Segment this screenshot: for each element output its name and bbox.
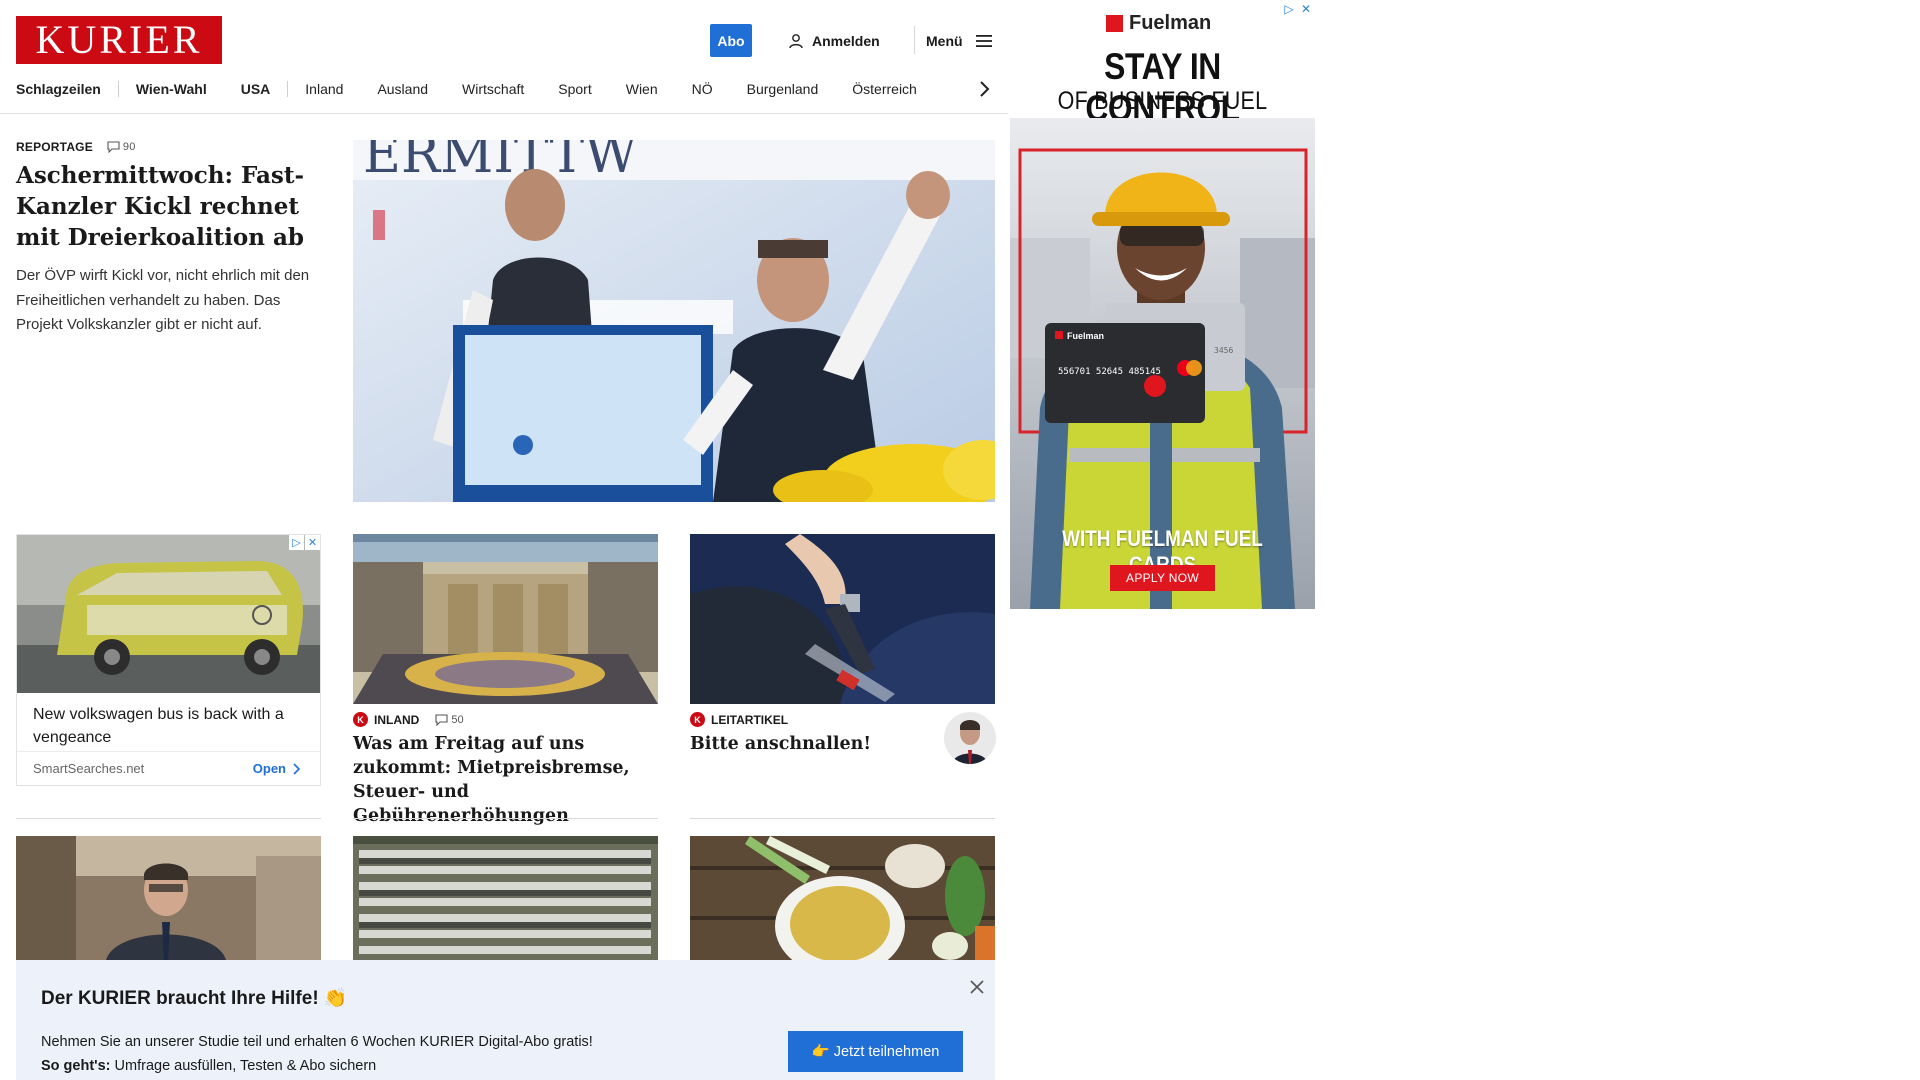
nav-item-wirtschaft[interactable]: Wirtschaft xyxy=(445,81,541,97)
survey-how-text: Umfrage ausfüllen, Testen & Abo sichern xyxy=(110,1058,377,1074)
lead-teaser: Der ÖVP wirft Kickl vor, nicht ehrlich m… xyxy=(16,267,310,333)
fuelman-display-ad[interactable]: Fuelman ▷ ✕ STAY IN CONTROL OF BUSINESS … xyxy=(1010,0,1315,609)
nav-item-oesterreich[interactable]: Österreich xyxy=(835,81,934,97)
nav-item-noe[interactable]: NÖ xyxy=(675,81,730,97)
sponsored-source: SmartSearches.net xyxy=(33,761,145,776)
leitartikel-headline[interactable]: Bitte anschnallen! xyxy=(690,732,920,756)
card-divider xyxy=(16,818,321,819)
hamburger-icon xyxy=(975,35,992,47)
ad-choices[interactable]: ▷ ✕ xyxy=(1282,2,1313,16)
card-divider xyxy=(690,818,995,819)
survey-banner: Der KURIER braucht Ihre Hilfe! 👏 Nehmen … xyxy=(16,960,995,1080)
open-label: Open xyxy=(252,761,286,776)
join-survey-button[interactable]: 👉 Jetzt teilnehmen xyxy=(788,1031,963,1072)
lead-kicker: REPORTAGE 90 xyxy=(16,140,136,154)
ad-close-icon[interactable]: ✕ xyxy=(1299,2,1313,16)
login-label: Anmelden xyxy=(812,33,880,49)
menu-button[interactable]: Menü xyxy=(926,30,993,52)
nav-item-usa[interactable]: USA xyxy=(224,81,288,97)
leitartikel-kicker: K LEITARTIKEL xyxy=(690,712,788,727)
fuelman-logo: Fuelman xyxy=(1106,12,1211,35)
lead-photo[interactable]: ERMITTW xyxy=(353,140,995,502)
kurier-badge-icon: K xyxy=(690,712,705,727)
ad-choices[interactable]: ▷ ✕ xyxy=(289,535,320,550)
comment-icon xyxy=(107,141,120,153)
comment-icon xyxy=(435,713,448,726)
kurier-logo[interactable]: KURIER xyxy=(16,16,222,64)
author-avatar[interactable] xyxy=(944,712,996,764)
sponsored-card-title[interactable]: New volkswagen bus is back with a vengea… xyxy=(17,693,320,749)
nav-item-inland[interactable]: Inland xyxy=(288,81,360,97)
ad-info-icon[interactable]: ▷ xyxy=(1282,2,1296,16)
fuel-card-last: 3456 xyxy=(1214,346,1233,355)
svg-text:ERMITTW: ERMITTW xyxy=(363,140,638,185)
main-nav: Schlagzeilen Wien-Wahl USA Inland Auslan… xyxy=(16,76,996,102)
lead-comments-value: 90 xyxy=(122,141,136,153)
ad-info-icon[interactable]: ▷ xyxy=(289,535,304,550)
survey-description: Nehmen Sie an unserer Studie teil und er… xyxy=(41,1030,593,1078)
inland-kicker: K INLAND 50 xyxy=(353,712,464,727)
inland-comment-count[interactable]: 50 xyxy=(435,713,464,726)
leitartikel-image[interactable] xyxy=(690,534,995,704)
header-divider-line xyxy=(0,113,1008,114)
nav-item-sport[interactable]: Sport xyxy=(541,81,608,97)
card-divider xyxy=(353,818,658,819)
lead-headline[interactable]: Aschermittwoch: Fast-Kanzler Kickl rechn… xyxy=(16,160,321,253)
apply-now-button[interactable]: APPLY NOW xyxy=(1110,565,1215,591)
survey-title: Der KURIER braucht Ihre Hilfe! 👏 xyxy=(41,988,348,1009)
inland-headline[interactable]: Was am Freitag auf uns zukommt: Mietprei… xyxy=(353,732,658,828)
lead-category[interactable]: REPORTAGE xyxy=(16,140,93,154)
article-image-car-lot[interactable] xyxy=(353,836,658,960)
kurier-badge-icon: K xyxy=(353,712,368,727)
login-button[interactable]: Anmelden xyxy=(788,30,880,52)
survey-line-1: Nehmen Sie an unserer Studie teil und er… xyxy=(41,1034,593,1050)
fuel-card-brand: Fuelman xyxy=(1067,331,1104,341)
chevron-right-icon xyxy=(293,762,300,775)
nav-item-wien[interactable]: Wien xyxy=(609,81,675,97)
close-icon[interactable] xyxy=(968,978,986,996)
abo-button[interactable]: Abo xyxy=(710,24,752,57)
fuel-card-number: 556701 52645 485145 xyxy=(1058,367,1161,377)
nav-item-schlagzeilen[interactable]: Schlagzeilen xyxy=(16,81,118,97)
user-icon xyxy=(789,34,803,49)
survey-how-label: So geht's: xyxy=(41,1058,111,1074)
article-image-businessman[interactable] xyxy=(16,836,321,960)
nav-item-wien-wahl[interactable]: Wien-Wahl xyxy=(119,81,224,97)
logo-text: KURIER xyxy=(35,17,203,62)
sponsored-card[interactable]: ▷ ✕ New volkswagen bus is back with a ve… xyxy=(16,534,321,786)
nav-item-ausland[interactable]: Ausland xyxy=(360,81,445,97)
sponsored-open-link[interactable]: Open xyxy=(253,761,300,776)
lead-comment-count[interactable]: 90 xyxy=(107,141,136,153)
article-image-soup[interactable] xyxy=(690,836,995,960)
inland-comments-value: 50 xyxy=(451,713,464,726)
nav-item-burgenland[interactable]: Burgenland xyxy=(730,81,836,97)
leitartikel-category[interactable]: LEITARTIKEL xyxy=(711,713,788,727)
sponsored-card-footer: SmartSearches.net Open xyxy=(17,751,320,785)
survey-line-2: So geht's: Umfrage ausfüllen, Testen & A… xyxy=(41,1054,593,1078)
header-divider xyxy=(914,26,915,54)
ad-close-icon[interactable]: ✕ xyxy=(305,535,320,550)
fuelman-brand-text: Fuelman xyxy=(1129,12,1212,34)
nav-scroll-right-icon[interactable] xyxy=(976,78,992,100)
inland-article-image[interactable] xyxy=(353,534,658,704)
menu-label: Menü xyxy=(926,33,963,49)
fuelman-logo-mark xyxy=(1106,15,1123,32)
inland-category[interactable]: INLAND xyxy=(374,713,419,727)
sponsored-card-image[interactable]: ▷ ✕ xyxy=(17,535,320,693)
